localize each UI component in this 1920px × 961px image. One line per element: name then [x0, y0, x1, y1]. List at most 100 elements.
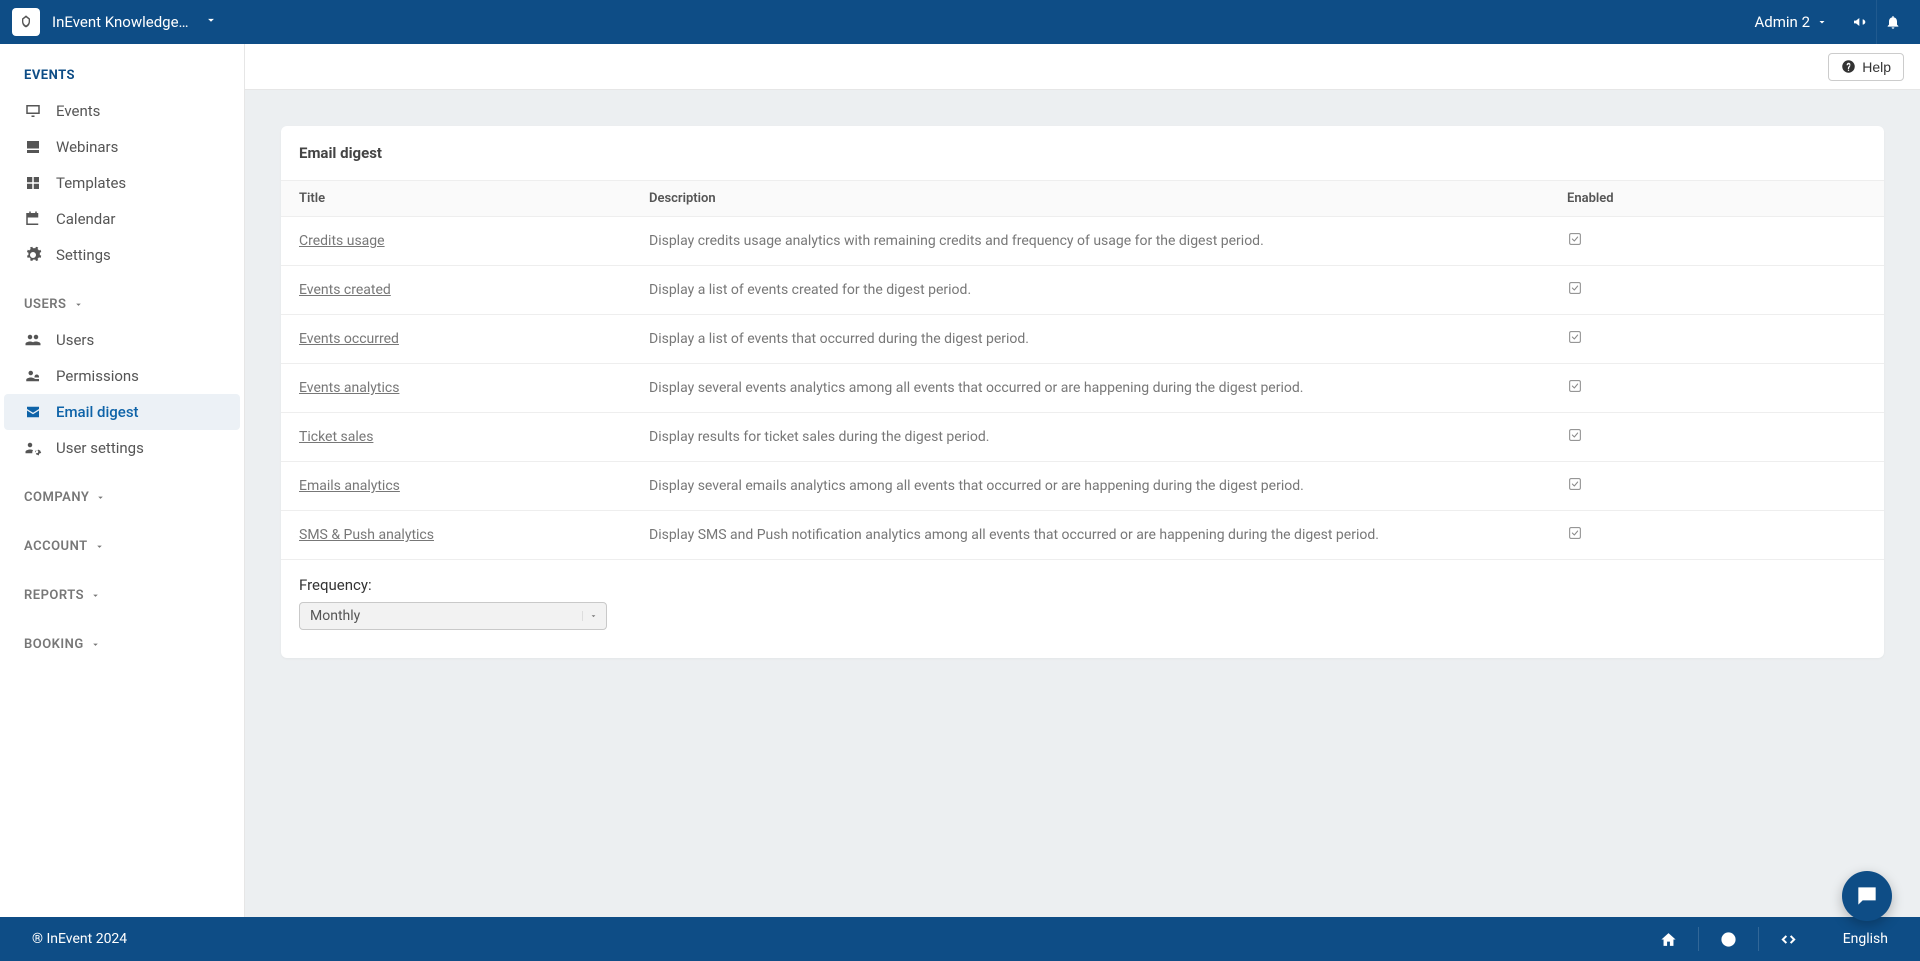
- section-label: ACCOUNT: [24, 539, 88, 554]
- user-settings-icon: [24, 439, 42, 457]
- checkbox-checked-icon: [1567, 231, 1583, 247]
- row-title-link[interactable]: Credits usage: [299, 233, 385, 249]
- chevron-down-icon: [94, 541, 105, 552]
- checkbox-checked-icon: [1567, 476, 1583, 492]
- bell-icon: [1885, 14, 1901, 30]
- calendar-icon: [24, 210, 42, 228]
- table-row: Events occurred Display a list of events …: [281, 315, 1884, 364]
- section-label: BOOKING: [24, 637, 84, 652]
- sidebar-item-label: Calendar: [56, 210, 116, 228]
- frequency-label: Frequency:: [299, 576, 1866, 594]
- sidebar-section-booking[interactable]: BOOKING: [0, 613, 244, 662]
- row-enabled-toggle[interactable]: [1549, 364, 1884, 413]
- sidebar-item-label: Events: [56, 102, 100, 120]
- row-title-link[interactable]: Events created: [299, 282, 391, 298]
- table-row: Events created Display a list of events c…: [281, 266, 1884, 315]
- content-toolbar: Help: [245, 44, 1920, 90]
- row-description: Display a list of events that occurred d…: [631, 315, 1549, 364]
- checkbox-checked-icon: [1567, 378, 1583, 394]
- col-title: Title: [281, 181, 631, 217]
- row-title-link[interactable]: Ticket sales: [299, 429, 373, 445]
- content-area: Help Email digest Title Description Enab…: [245, 44, 1920, 917]
- footer-home-button[interactable]: [1639, 927, 1699, 951]
- users-icon: [24, 331, 42, 349]
- row-enabled-toggle[interactable]: [1549, 462, 1884, 511]
- help-label: Help: [1862, 59, 1891, 75]
- sidebar-section-events[interactable]: EVENTS: [0, 44, 244, 93]
- email-digest-icon: [24, 403, 42, 421]
- row-description: Display a list of events created for the…: [631, 266, 1549, 315]
- row-enabled-toggle[interactable]: [1549, 266, 1884, 315]
- question-icon: [1720, 931, 1737, 948]
- row-title-link[interactable]: SMS & Push analytics: [299, 527, 434, 543]
- col-description: Description: [631, 181, 1549, 217]
- table-header-row: Title Description Enabled: [281, 181, 1884, 217]
- select-arrow: [582, 611, 598, 621]
- row-title-link[interactable]: Events occurred: [299, 331, 399, 347]
- checkbox-checked-icon: [1567, 525, 1583, 541]
- top-header: InEvent Knowledge ... Admin 2: [0, 0, 1920, 44]
- checkbox-checked-icon: [1567, 329, 1583, 345]
- checkbox-checked-icon: [1567, 427, 1583, 443]
- table-row: SMS & Push analytics Display SMS and Push…: [281, 511, 1884, 560]
- sidebar-item-events[interactable]: Events: [0, 93, 244, 129]
- sidebar-item-settings[interactable]: Settings: [0, 237, 244, 273]
- sidebar-item-email-digest[interactable]: Email digest: [4, 394, 240, 430]
- monitor-icon: [24, 102, 42, 120]
- sidebar-section-account[interactable]: ACCOUNT: [0, 515, 244, 564]
- bottom-footer: ® InEvent 2024 English: [0, 917, 1920, 961]
- chevron-down-icon: [73, 299, 84, 310]
- help-icon: [1841, 59, 1856, 74]
- sidebar-section-users[interactable]: USERS: [0, 273, 244, 322]
- sidebar-section-reports[interactable]: REPORTS: [0, 564, 244, 613]
- row-description: Display credits usage analytics with rem…: [631, 217, 1549, 266]
- email-digest-card: Email digest Title Description Enabled C…: [281, 126, 1884, 658]
- col-enabled: Enabled: [1549, 181, 1884, 217]
- sidebar-item-calendar[interactable]: Calendar: [0, 201, 244, 237]
- home-icon: [1660, 931, 1677, 948]
- announcements-button[interactable]: [1844, 0, 1876, 44]
- row-enabled-toggle[interactable]: [1549, 217, 1884, 266]
- sidebar-item-permissions[interactable]: Permissions: [0, 358, 244, 394]
- row-enabled-toggle[interactable]: [1549, 413, 1884, 462]
- footer-language[interactable]: English: [1843, 931, 1888, 947]
- sidebar-item-users[interactable]: Users: [0, 322, 244, 358]
- footer-help-button[interactable]: [1699, 927, 1759, 951]
- sidebar-item-label: Templates: [56, 174, 126, 192]
- section-label: USERS: [24, 297, 67, 312]
- table-row: Events analyticsDisplay several events a…: [281, 364, 1884, 413]
- table-row: Credits usage Display credits usage analy…: [281, 217, 1884, 266]
- sidebar-item-webinars[interactable]: Webinars: [0, 129, 244, 165]
- main-area: EVENTS Events Webinars Templates Calenda…: [0, 44, 1920, 917]
- sidebar-item-label: Email digest: [56, 403, 139, 421]
- row-enabled-toggle[interactable]: [1549, 511, 1884, 560]
- sidebar-item-label: Users: [56, 331, 94, 349]
- code-icon: [1780, 931, 1797, 948]
- frequency-select[interactable]: Monthly: [299, 602, 607, 630]
- table-row: Emails analytics Display several emails a…: [281, 462, 1884, 511]
- user-menu[interactable]: Admin 2: [1755, 13, 1828, 31]
- footer-code-button[interactable]: [1759, 927, 1819, 951]
- sidebar-item-label: Webinars: [56, 138, 118, 156]
- brand-title: InEvent Knowledge ...: [52, 13, 192, 31]
- checkbox-checked-icon: [1567, 280, 1583, 296]
- brand-logo: [12, 8, 40, 36]
- notifications-button[interactable]: [1876, 0, 1908, 44]
- sidebar-item-templates[interactable]: Templates: [0, 165, 244, 201]
- row-enabled-toggle[interactable]: [1549, 315, 1884, 364]
- sidebar: EVENTS Events Webinars Templates Calenda…: [0, 44, 245, 917]
- sidebar-item-label: User settings: [56, 439, 144, 457]
- brand-dropdown[interactable]: [204, 13, 218, 31]
- user-label: Admin 2: [1755, 13, 1810, 31]
- help-button[interactable]: Help: [1828, 53, 1904, 81]
- sidebar-section-company[interactable]: COMPANY: [0, 466, 244, 515]
- chat-launcher[interactable]: [1842, 871, 1892, 921]
- section-label: COMPANY: [24, 490, 89, 505]
- row-description: Display SMS and Push notification analyt…: [631, 511, 1549, 560]
- row-description: Display several emails analytics among a…: [631, 462, 1549, 511]
- table-row: Ticket salesDisplay results for ticket s…: [281, 413, 1884, 462]
- section-label: REPORTS: [24, 588, 84, 603]
- row-title-link[interactable]: Events analytics: [299, 380, 399, 396]
- row-title-link[interactable]: Emails analytics: [299, 478, 400, 494]
- sidebar-item-user-settings[interactable]: User settings: [0, 430, 244, 466]
